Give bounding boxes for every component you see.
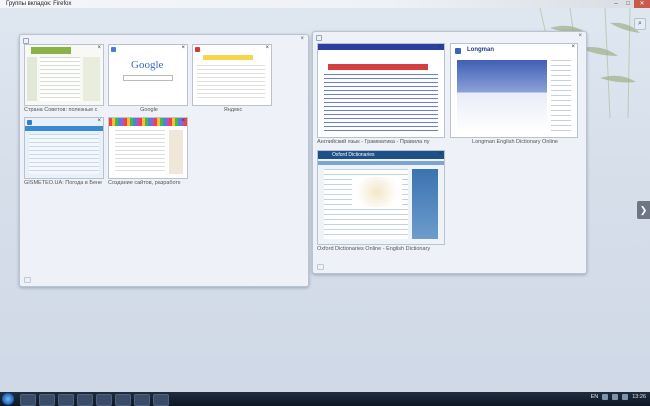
tab-title: Google bbox=[140, 107, 158, 113]
tab-thumbnail[interactable]: × bbox=[108, 117, 188, 179]
tab-title: Яндекс bbox=[223, 107, 243, 113]
tab-thumbnail[interactable]: × bbox=[24, 44, 104, 106]
volume-icon[interactable] bbox=[622, 394, 629, 400]
taskbar-app[interactable] bbox=[77, 394, 93, 406]
tab-title: Страна Советов: полезные с bbox=[24, 107, 98, 113]
tab-close-button[interactable]: × bbox=[97, 45, 101, 51]
thumb-content bbox=[197, 65, 265, 101]
taskbar-items bbox=[20, 394, 169, 406]
thumb-right bbox=[83, 57, 100, 101]
thumb-sidebar bbox=[27, 57, 37, 101]
taskbar-app[interactable] bbox=[153, 394, 169, 406]
taskbar-app[interactable] bbox=[20, 394, 36, 406]
maximize-button[interactable]: □ bbox=[622, 0, 634, 8]
taskbar-app[interactable] bbox=[96, 394, 112, 406]
taskbar-app[interactable] bbox=[134, 394, 150, 406]
longman-logo: Longman bbox=[467, 47, 494, 53]
tab-title: Английский язык - Грамматика - Правила п… bbox=[317, 139, 430, 145]
thumb-content bbox=[115, 130, 165, 174]
tab-item[interactable]: × Английский язык - Грамматика - Правила… bbox=[317, 43, 447, 145]
group-resize-icon[interactable] bbox=[317, 264, 324, 270]
tab-close-button[interactable]: × bbox=[438, 151, 442, 157]
tab-title: GISMETEO.UA: Погода в Бене bbox=[24, 180, 103, 186]
thumb-right bbox=[169, 130, 183, 174]
thumb-content bbox=[29, 134, 99, 174]
thumb-search-box bbox=[123, 75, 173, 81]
tray-icon[interactable] bbox=[602, 394, 609, 400]
group-close-button[interactable]: × bbox=[578, 33, 582, 39]
tab-thumbnail[interactable]: Longman × bbox=[450, 43, 578, 138]
tab-item[interactable]: Oxford Dictionaries × Oxford Dictionarie… bbox=[317, 150, 447, 252]
oxford-logo: Oxford Dictionaries bbox=[332, 152, 375, 158]
favicon bbox=[195, 47, 200, 52]
tab-item[interactable]: × GISMETEO.UA: Погода в Бене bbox=[24, 117, 106, 186]
tab-thumbnail[interactable]: Google × bbox=[108, 44, 188, 106]
tab-title: Создание сайтов, разработк bbox=[108, 180, 181, 186]
thumb-content bbox=[324, 74, 438, 134]
tab-group-1[interactable]: × × Страна Советов: полезные с Google × … bbox=[19, 34, 309, 287]
window-titlebar: Группы вкладок: Firefox – □ ✕ bbox=[0, 0, 650, 8]
thumb-banner bbox=[328, 64, 428, 70]
tab-group-2[interactable]: × × Английский язык - Грамматика - Прави… bbox=[312, 31, 587, 274]
tab-item[interactable]: Longman × Longman English Dictionary Onl… bbox=[450, 43, 580, 145]
tab-thumbnail[interactable]: × bbox=[192, 44, 272, 106]
tab-close-button[interactable]: × bbox=[438, 44, 442, 50]
thumb-nav bbox=[318, 161, 444, 165]
tab-title: Longman English Dictionary Online bbox=[472, 139, 558, 145]
tab-close-button[interactable]: × bbox=[97, 118, 101, 124]
taskbar-app[interactable] bbox=[58, 394, 74, 406]
taskbar: EN 13:26 bbox=[0, 392, 650, 406]
window-title: Группы вкладок: Firefox bbox=[6, 1, 72, 7]
tab-close-button[interactable]: × bbox=[181, 45, 185, 51]
thumb-header bbox=[25, 126, 103, 131]
favicon bbox=[27, 120, 32, 125]
tab-item[interactable]: × Яндекс bbox=[192, 44, 274, 113]
minimize-button[interactable]: – bbox=[610, 0, 622, 8]
favicon bbox=[111, 47, 116, 52]
tab-title: Oxford Dictionaries Online - English Dic… bbox=[317, 246, 431, 252]
group-title-icon bbox=[316, 35, 322, 41]
group-resize-icon[interactable] bbox=[24, 277, 31, 283]
tab-close-button[interactable]: × bbox=[181, 118, 185, 124]
tab-thumbnail[interactable]: × bbox=[317, 43, 445, 138]
thumb-header bbox=[318, 44, 444, 50]
tab-thumbnail[interactable]: × bbox=[24, 117, 104, 179]
thumb-wordcloud bbox=[352, 177, 402, 207]
thumb-header bbox=[203, 55, 253, 60]
tab-close-button[interactable]: × bbox=[265, 45, 269, 51]
tab-item[interactable]: × Страна Советов: полезные с bbox=[24, 44, 106, 113]
tab-thumbnail[interactable]: Oxford Dictionaries × bbox=[317, 150, 445, 245]
thumb-right bbox=[551, 60, 571, 132]
tab-close-button[interactable]: × bbox=[571, 44, 575, 50]
close-button[interactable]: ✕ bbox=[634, 0, 650, 8]
google-logo: Google bbox=[131, 59, 164, 71]
group-close-button[interactable]: × bbox=[300, 36, 304, 42]
clock[interactable]: 13:26 bbox=[632, 394, 646, 400]
tab-item[interactable]: × Создание сайтов, разработк bbox=[108, 117, 190, 186]
language-indicator[interactable]: EN bbox=[591, 394, 599, 400]
taskbar-app[interactable] bbox=[115, 394, 131, 406]
network-icon[interactable] bbox=[612, 394, 619, 400]
thumb-header bbox=[31, 47, 71, 54]
next-page-arrow-icon[interactable]: ❯ bbox=[637, 201, 650, 219]
thumb-content bbox=[40, 57, 80, 101]
thumb-right bbox=[412, 169, 438, 239]
search-icon[interactable]: ⌕ bbox=[634, 18, 646, 30]
thumb-main bbox=[457, 60, 547, 132]
taskbar-app[interactable] bbox=[39, 394, 55, 406]
start-button[interactable] bbox=[2, 393, 14, 405]
window-controls: – □ ✕ bbox=[610, 0, 650, 8]
favicon bbox=[455, 48, 461, 54]
system-tray: EN 13:26 bbox=[591, 394, 646, 400]
tab-item[interactable]: Google × Google bbox=[108, 44, 190, 113]
thumb-header bbox=[109, 118, 187, 126]
